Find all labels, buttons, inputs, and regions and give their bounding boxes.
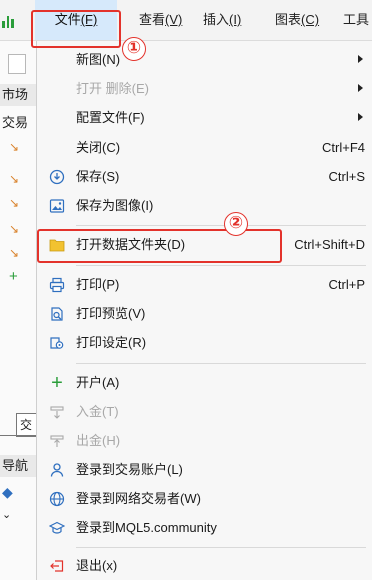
menu-item-deposit: 入金(T): [37, 397, 372, 426]
menu-item-open-deleted: 打开 删除(E): [37, 74, 372, 103]
navigator-logo-icon: ◆: [2, 484, 13, 500]
save-as-image-icon: [48, 197, 66, 215]
user-icon: [48, 461, 66, 479]
exit-icon: [48, 557, 66, 575]
sell-arrow-icon: ↘: [9, 140, 20, 154]
menu-separator: [76, 265, 366, 266]
menu-separator: [76, 547, 366, 548]
menu-item-withdraw: 出金(H): [37, 426, 372, 455]
menu-item-login-web-trader[interactable]: 登录到网络交易者(W): [37, 484, 372, 513]
globe-icon: [48, 490, 66, 508]
toolbar-button[interactable]: [8, 54, 26, 74]
file-menu-dropdown: 新图(N) 打开 删除(E) 配置文件(F) 关闭(C) Ctrl+F4 保存(…: [36, 41, 372, 580]
graduation-cap-icon: [48, 519, 66, 537]
menu-tools[interactable]: 工具: [343, 0, 369, 40]
expand-chevron-icon[interactable]: ⌄: [2, 508, 32, 521]
highlight-box-open-data-folder: [37, 229, 282, 263]
step-marker-1: ①: [122, 37, 146, 61]
divider: [0, 435, 36, 436]
menu-item-save[interactable]: 保存(S) Ctrl+S: [37, 162, 372, 191]
menu-item-login-trade-account[interactable]: 登录到交易账户(L): [37, 455, 372, 484]
menu-item-print[interactable]: 打印(P) Ctrl+P: [37, 270, 372, 299]
menu-separator: [76, 363, 366, 364]
menu-item-close[interactable]: 关闭(C) Ctrl+F4: [37, 133, 372, 162]
menu-item-exit[interactable]: 退出(x): [37, 551, 372, 580]
navigator-header[interactable]: 导航: [0, 455, 36, 477]
sell-arrow-icon: ↘: [9, 222, 20, 236]
menu-item-open-account[interactable]: + 开户(A): [37, 368, 372, 397]
market-watch-header[interactable]: 市场: [0, 84, 36, 106]
menu-item-profiles[interactable]: 配置文件(F): [37, 103, 372, 132]
print-setup-icon: [48, 334, 66, 352]
menu-item-new-chart[interactable]: 新图(N): [37, 45, 372, 74]
menu-view[interactable]: 查看(V): [139, 0, 182, 40]
step-marker-2: ②: [224, 212, 248, 236]
printer-icon: [48, 276, 66, 294]
menu-charts[interactable]: 图表(C): [275, 0, 319, 40]
withdraw-icon: [48, 432, 66, 450]
plus-icon[interactable]: +: [9, 268, 18, 285]
plus-icon: +: [51, 372, 63, 394]
deposit-icon: [48, 403, 66, 421]
sell-arrow-icon: ↘: [9, 172, 20, 186]
submenu-arrow-icon: [358, 113, 363, 121]
app-chart-icon: [2, 14, 15, 28]
submenu-arrow-icon: [358, 84, 363, 92]
sell-arrow-icon: ↘: [9, 246, 20, 260]
submenu-arrow-icon: [358, 55, 363, 63]
highlight-box-file-menu: [31, 10, 121, 48]
menu-insert[interactable]: 插入(I): [203, 0, 241, 40]
print-preview-icon: [48, 305, 66, 323]
menu-item-print-preview[interactable]: 打印预览(V): [37, 299, 372, 328]
save-icon: [48, 168, 66, 186]
sell-arrow-icon: ↘: [9, 196, 20, 210]
menu-separator: [76, 225, 366, 226]
menu-item-save-as-image[interactable]: 保存为图像(I): [37, 191, 372, 220]
menu-item-login-mql5[interactable]: 登录到MQL5.community: [37, 513, 372, 542]
menu-item-print-setup[interactable]: 打印设定(R): [37, 328, 372, 357]
trade-label: 交易: [2, 115, 29, 130]
